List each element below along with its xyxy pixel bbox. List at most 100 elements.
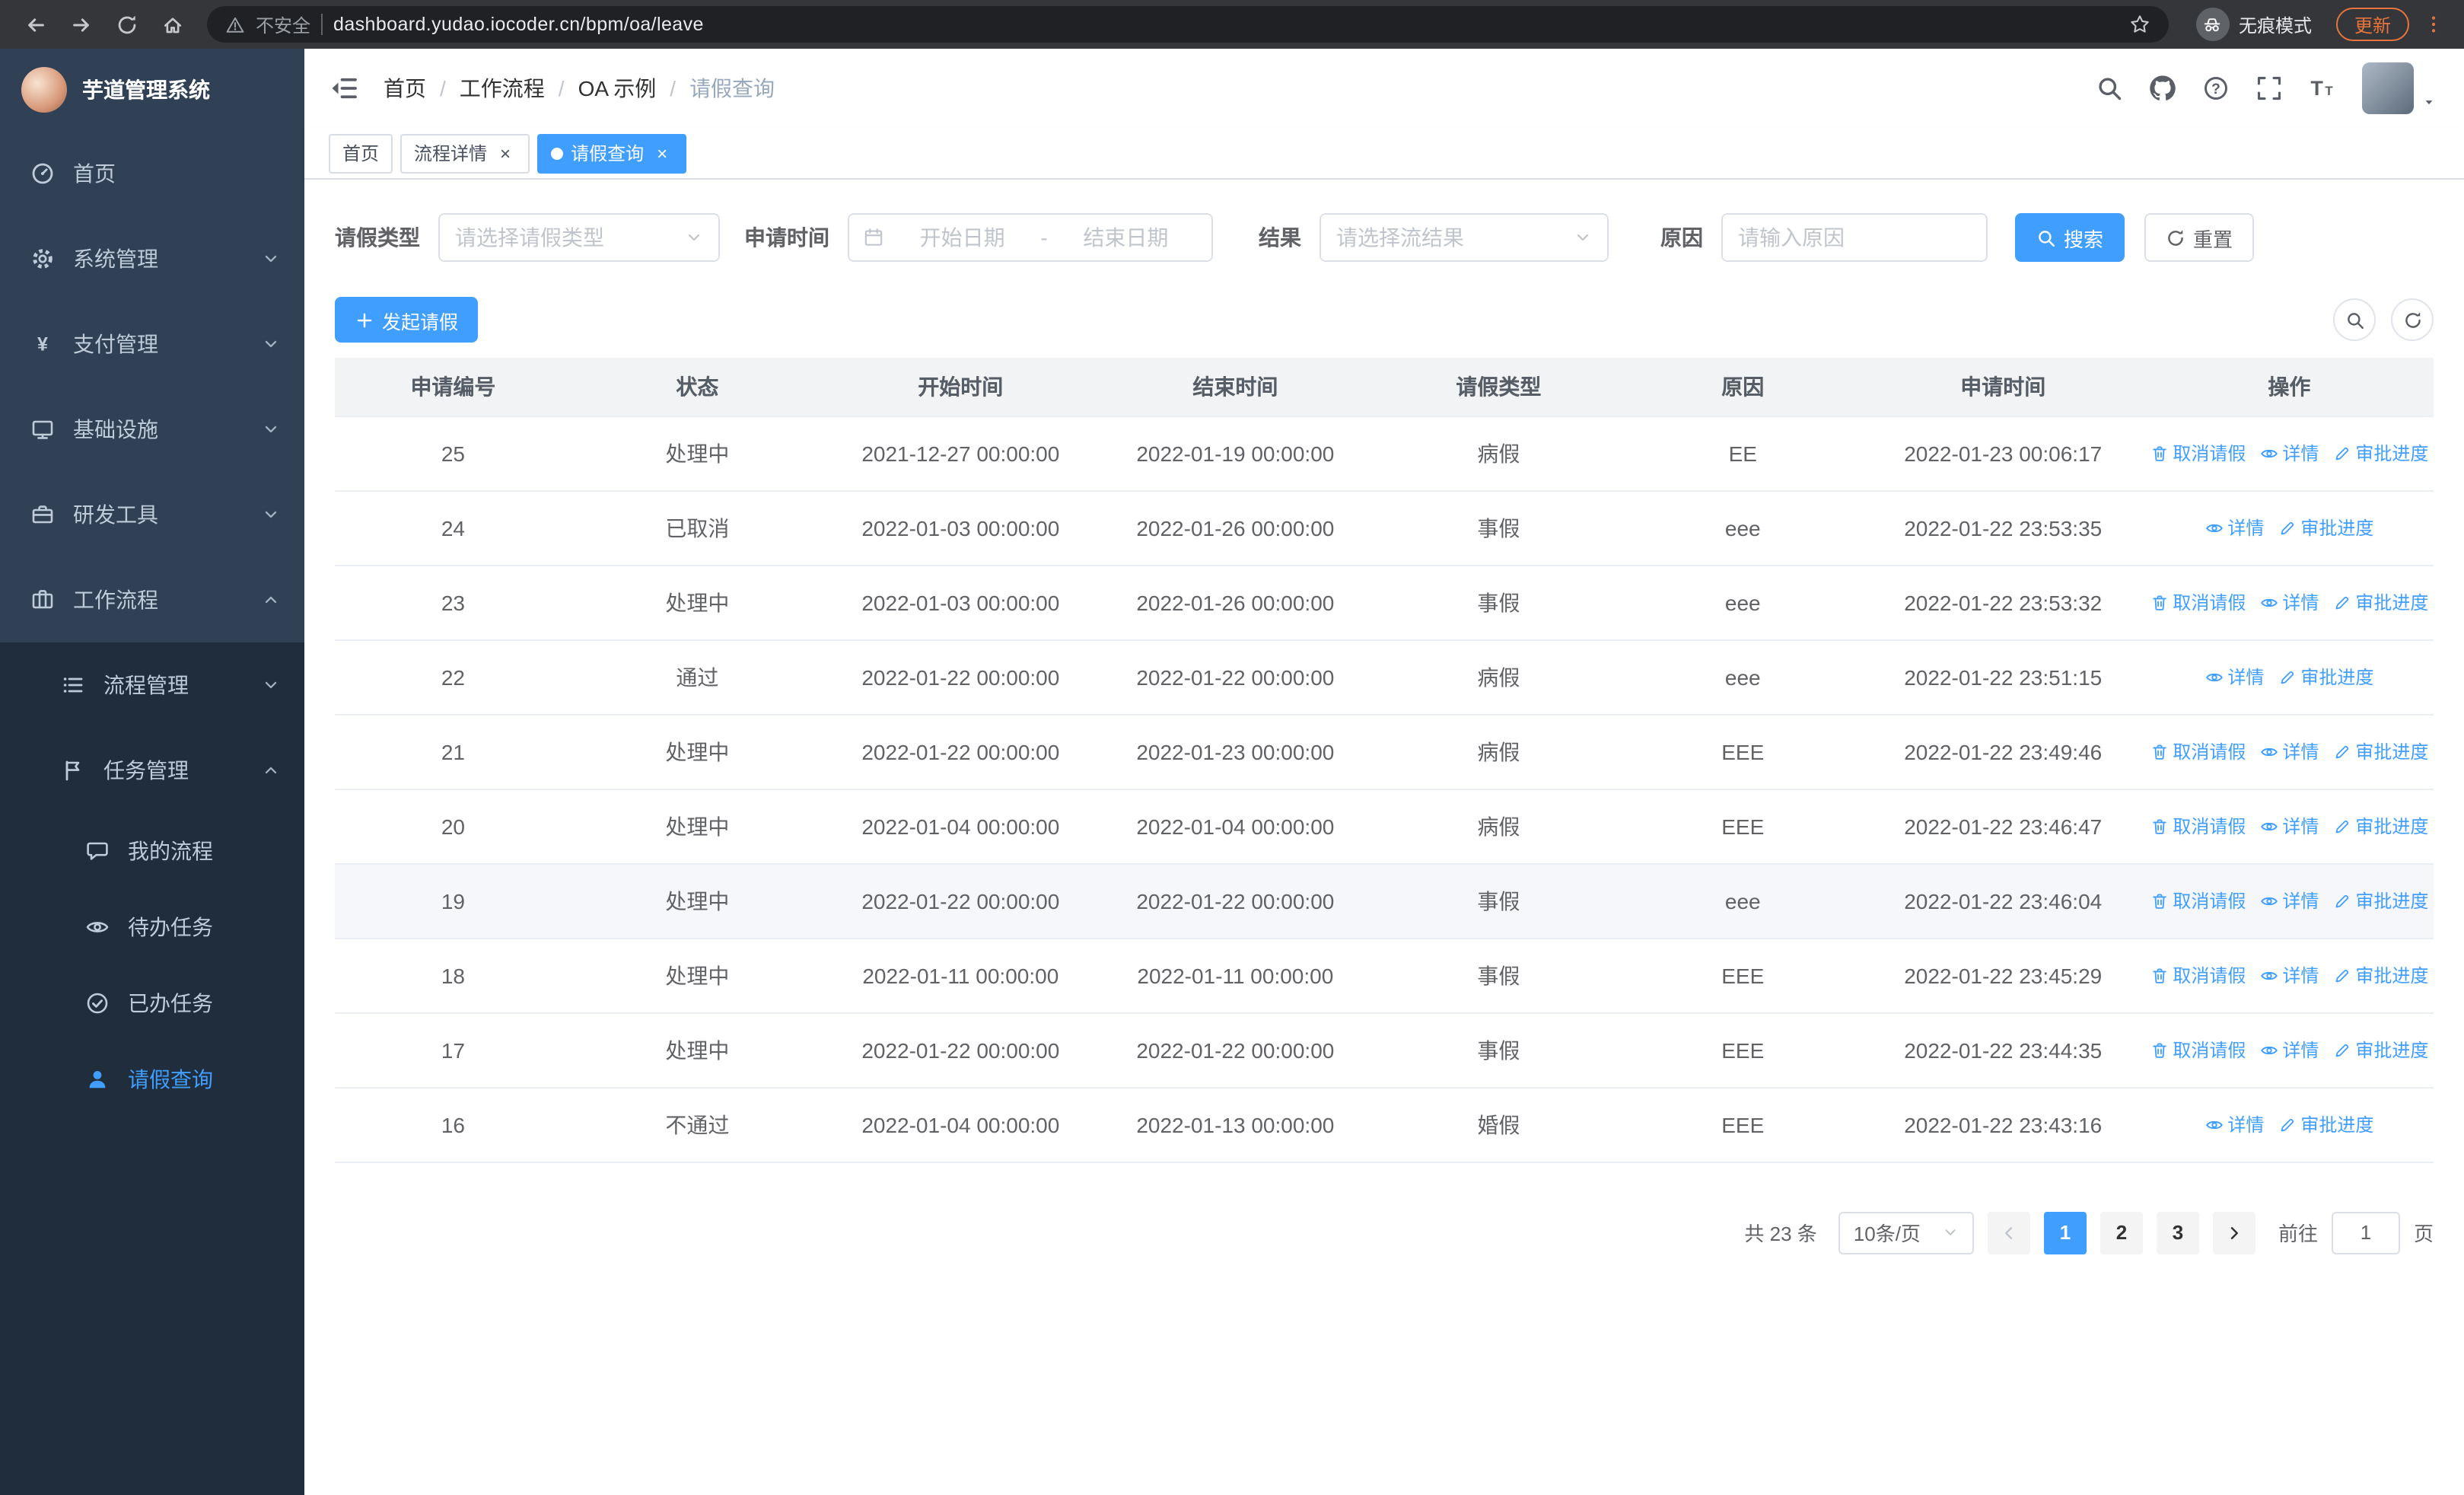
detail-action-link[interactable]: 详情 (2259, 440, 2319, 466)
action-label: 取消请假 (2173, 816, 2246, 837)
bookmark-star-icon[interactable] (2129, 14, 2150, 35)
cell-reason: EEE (1624, 1087, 1861, 1162)
reset-button[interactable]: 重置 (2144, 213, 2255, 262)
progress-action-link[interactable]: 审批进度 (2332, 440, 2428, 466)
cell-actions: 取消请假 详情 审批进度 (2144, 863, 2434, 939)
chevron-down-icon (685, 228, 703, 247)
browser-forward-icon[interactable] (61, 5, 100, 44)
sidebar-item-leave-query[interactable]: 请假查询 (0, 1041, 304, 1117)
cell-id: 18 (335, 938, 571, 1013)
url-bar[interactable]: 不安全 dashboard.yudao.iocoder.cn/bpm/oa/le… (207, 6, 2169, 43)
browser-back-icon[interactable] (15, 5, 55, 44)
cell-status: 处理中 (571, 714, 823, 789)
reason-input[interactable] (1721, 213, 1988, 262)
cell-status: 处理中 (571, 1012, 823, 1088)
cancel-action-link[interactable]: 取消请假 (2150, 1037, 2246, 1063)
sidebar-item-my-process[interactable]: 我的流程 (0, 813, 304, 889)
github-icon[interactable] (2149, 75, 2176, 102)
create-leave-button[interactable]: 发起请假 (335, 297, 479, 343)
tab-home[interactable]: 首页 (329, 133, 393, 173)
page-3-button[interactable]: 3 (2156, 1211, 2199, 1254)
cancel-action-link[interactable]: 取消请假 (2150, 589, 2246, 615)
progress-action-link[interactable]: 审批进度 (2332, 589, 2428, 615)
sidebar-item-infrastructure[interactable]: 基础设施 (0, 387, 304, 472)
cell-end_time: 2022-01-19 00:00:00 (1097, 416, 1373, 491)
page-1-button[interactable]: 1 (2043, 1211, 2087, 1254)
result-select[interactable]: 请选择流结果 (1320, 213, 1609, 262)
progress-action-link[interactable]: 审批进度 (2332, 962, 2428, 988)
detail-action-link[interactable]: 详情 (2205, 1111, 2264, 1137)
refresh-table-icon[interactable] (2391, 298, 2434, 341)
progress-action-link[interactable]: 审批进度 (2278, 664, 2373, 690)
progress-action-link[interactable]: 审批进度 (2278, 515, 2373, 540)
update-button[interactable]: 更新 (2335, 8, 2409, 41)
sidebar-item-process-mgmt[interactable]: 流程管理 (0, 642, 304, 728)
browser-home-icon[interactable] (152, 5, 192, 44)
cell-leave_type: 事假 (1372, 863, 1625, 939)
cell-actions: 取消请假 详情 审批进度 (2144, 565, 2434, 640)
yen-icon: ¥ (30, 332, 55, 356)
toggle-search-icon[interactable] (2333, 298, 2376, 341)
cancel-action-link[interactable]: 取消请假 (2150, 962, 2246, 988)
column-header: 状态 (571, 358, 823, 416)
sidebar-item-payment-mgmt[interactable]: ¥ 支付管理 (0, 301, 304, 387)
detail-action-link[interactable]: 详情 (2259, 589, 2319, 615)
detail-action-link[interactable]: 详情 (2259, 813, 2319, 839)
goto-page-input[interactable] (2331, 1211, 2400, 1254)
sidebar-item-home[interactable]: 首页 (0, 131, 304, 216)
detail-action-link[interactable]: 详情 (2205, 515, 2264, 540)
font-size-icon[interactable]: TT (2309, 75, 2336, 102)
sidebar-item-dev-tools[interactable]: 研发工具 (0, 472, 304, 557)
tab-close-icon[interactable]: × (495, 142, 516, 164)
header-search-icon[interactable] (2096, 75, 2123, 102)
progress-action-link[interactable]: 审批进度 (2332, 888, 2428, 913)
cancel-action-link[interactable]: 取消请假 (2150, 813, 2246, 839)
tab-process-detail[interactable]: 流程详情 × (400, 133, 530, 173)
apply-time-range-picker[interactable]: 开始日期 - 结束日期 (848, 213, 1213, 262)
detail-action-link[interactable]: 详情 (2205, 664, 2264, 690)
progress-action-link[interactable]: 审批进度 (2332, 813, 2428, 839)
progress-action-link[interactable]: 审批进度 (2332, 1037, 2428, 1063)
sidebar-item-todo-tasks[interactable]: 待办任务 (0, 889, 304, 965)
fullscreen-icon[interactable] (2255, 75, 2283, 102)
cell-status: 已取消 (571, 490, 823, 566)
browser-refresh-icon[interactable] (107, 5, 146, 44)
sidebar-toggle-icon[interactable] (329, 73, 359, 104)
search-button[interactable]: 搜索 (2015, 213, 2125, 262)
sidebar-item-done-tasks[interactable]: 已办任务 (0, 965, 304, 1041)
cancel-action-link[interactable]: 取消请假 (2150, 738, 2246, 764)
detail-action-link[interactable]: 详情 (2259, 888, 2319, 913)
action-label: 详情 (2227, 1114, 2265, 1136)
breadcrumb-item[interactable]: 工作流程 (460, 73, 545, 104)
breadcrumb-item[interactable]: OA 示例 (578, 73, 657, 104)
browser-menu-icon[interactable] (2418, 5, 2449, 44)
page-2-button[interactable]: 2 (2099, 1211, 2143, 1254)
progress-action-link[interactable]: 审批进度 (2332, 738, 2428, 764)
detail-action-link[interactable]: 详情 (2259, 738, 2319, 764)
tab-leave-query[interactable]: 请假查询 × (537, 133, 687, 173)
detail-action-link[interactable]: 详情 (2259, 962, 2319, 988)
sidebar-item-task-mgmt[interactable]: 任务管理 (0, 728, 304, 813)
next-page-button[interactable] (2212, 1211, 2255, 1254)
page-size-select[interactable]: 10条/页 (1838, 1211, 1974, 1254)
eye-icon (2259, 444, 2278, 462)
leave-type-select[interactable]: 请选择请假类型 (438, 213, 720, 262)
breadcrumb-item[interactable]: 首页 (384, 73, 426, 104)
sidebar-item-system-mgmt[interactable]: 系统管理 (0, 216, 304, 301)
sidebar-item-workflow[interactable]: 工作流程 (0, 557, 304, 642)
tab-close-icon[interactable]: × (651, 142, 673, 164)
progress-action-link[interactable]: 审批进度 (2278, 1111, 2373, 1137)
prev-page-button[interactable] (1987, 1211, 2030, 1254)
chevron-down-icon (1574, 228, 1592, 247)
sidebar-item-label: 支付管理 (73, 332, 158, 356)
user-avatar[interactable] (2362, 62, 2414, 114)
app-logo-row[interactable]: 芋道管理系统 (0, 49, 304, 131)
content: 请假类型 请选择请假类型 申请时间 开始日期 - 结束日期 结果 请选择流结果 … (304, 180, 2464, 1495)
help-icon[interactable]: ? (2202, 75, 2230, 102)
cancel-action-link[interactable]: 取消请假 (2150, 440, 2246, 466)
detail-action-link[interactable]: 详情 (2259, 1037, 2319, 1063)
cancel-action-link[interactable]: 取消请假 (2150, 888, 2246, 913)
action-label: 详情 (2282, 741, 2319, 763)
user-menu[interactable] (2362, 62, 2437, 114)
eye-icon (2259, 742, 2278, 760)
